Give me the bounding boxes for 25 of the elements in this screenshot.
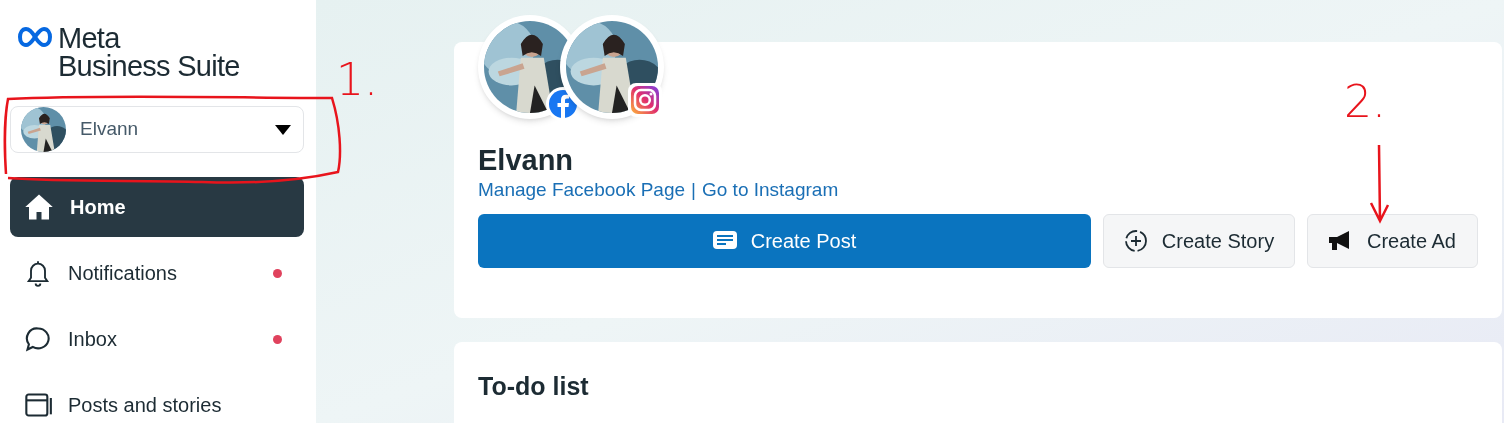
posts-icon (24, 391, 52, 419)
message-icon (712, 231, 737, 251)
section-title: To-do list (478, 371, 590, 402)
nav-item[interactable]: Notifications (10, 243, 304, 303)
nav-item[interactable]: Inbox (10, 309, 304, 369)
add-circle-icon (1123, 229, 1148, 253)
home-icon (24, 192, 54, 222)
annotation-number: 2. (1344, 80, 1386, 124)
manage-page-link[interactable]: Manage Facebook Page (478, 177, 686, 203)
instagram-link[interactable]: Go to Instagram (702, 177, 839, 203)
page-name: Elvann (478, 143, 575, 177)
action-button[interactable]: Create Ad (1307, 214, 1478, 268)
action-button[interactable]: Create Post (478, 214, 1091, 268)
logo-text: Business Suite (58, 52, 240, 80)
nav-item[interactable]: Home (10, 177, 304, 237)
annotation-number: 1. (336, 58, 378, 102)
infinity-logo-icon (18, 27, 52, 47)
nav-item[interactable]: Posts and stories (10, 375, 304, 423)
account-dropdown[interactable]: Elvann (10, 106, 304, 153)
bell-icon (24, 259, 52, 287)
link-separator: | (691, 178, 696, 202)
action-button[interactable]: Create Story (1103, 214, 1295, 268)
caret-icon (275, 124, 291, 135)
logo-text: Meta (58, 24, 122, 52)
chat-icon (24, 325, 52, 353)
